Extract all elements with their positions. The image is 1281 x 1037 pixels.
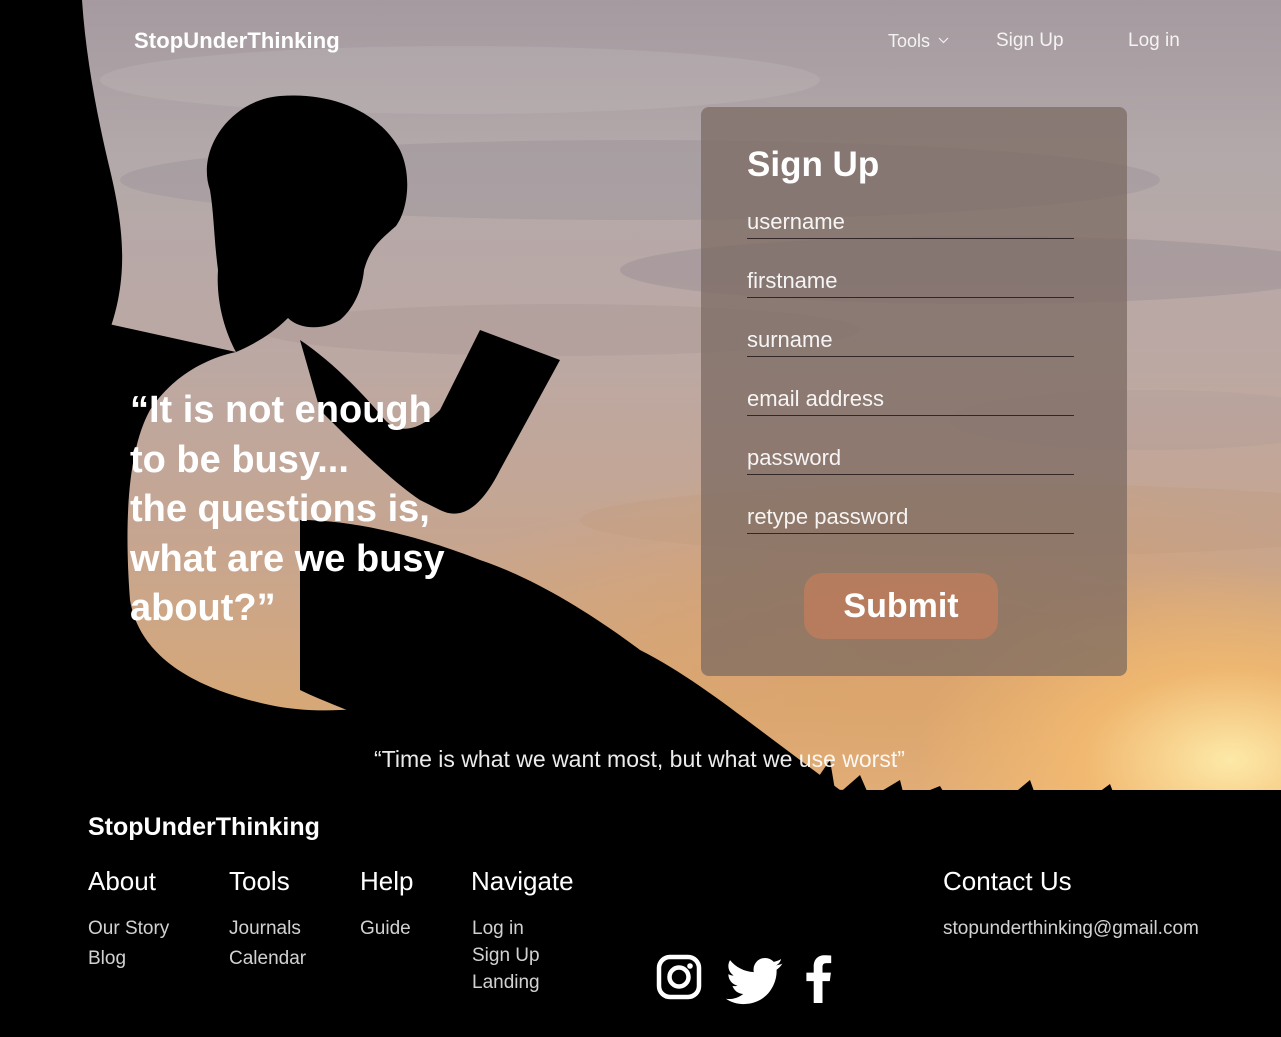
tagline-quote: “Time is what we want most, but what we … xyxy=(374,746,905,772)
footer-help-heading: Help xyxy=(360,866,414,896)
facebook-icon[interactable] xyxy=(803,955,833,1008)
footer-link-signup[interactable]: Sign Up xyxy=(472,945,540,967)
footer-logo[interactable]: StopUnderThinking xyxy=(88,813,320,842)
retype-password-field[interactable] xyxy=(747,500,1074,534)
footer-link-calendar[interactable]: Calendar xyxy=(229,948,306,970)
hero-quote: “It is not enough to be busy... the ques… xyxy=(130,386,510,634)
twitter-icon[interactable] xyxy=(725,958,784,1011)
footer-link-blog[interactable]: Blog xyxy=(88,948,126,970)
footer-link-journals[interactable]: Journals xyxy=(229,918,301,940)
hero-quote-line: “It is not enough xyxy=(130,389,432,431)
hero-quote-line: the questions is, xyxy=(130,488,430,530)
firstname-field[interactable] xyxy=(747,264,1074,298)
footer-contact-email[interactable]: stopunderthinking@gmail.com xyxy=(943,918,1199,940)
signup-card: Sign Up Submit xyxy=(701,107,1127,676)
password-field[interactable] xyxy=(747,441,1074,475)
footer-link-guide[interactable]: Guide xyxy=(360,918,411,940)
hero-quote-line: what are we busy xyxy=(130,537,445,580)
submit-button[interactable]: Submit xyxy=(804,573,998,639)
nav-tools-dropdown[interactable]: Tools xyxy=(888,28,949,52)
chevron-down-icon xyxy=(938,28,949,49)
email-field[interactable] xyxy=(747,382,1074,416)
footer-about-heading: About xyxy=(88,866,156,896)
nav-login-link[interactable]: Log in xyxy=(1128,30,1180,52)
site-logo[interactable]: StopUnderThinking xyxy=(134,28,340,54)
footer-tools-heading: Tools xyxy=(229,866,290,896)
footer-contact-heading: Contact Us xyxy=(943,866,1072,896)
footer-link-our-story[interactable]: Our Story xyxy=(88,918,169,940)
footer-navigate-heading: Navigate xyxy=(471,866,574,896)
hero-quote-line: to be busy... xyxy=(130,438,349,481)
instagram-icon[interactable] xyxy=(656,954,702,1005)
nav-signup-link[interactable]: Sign Up xyxy=(996,30,1064,52)
footer-link-login[interactable]: Log in xyxy=(472,918,524,940)
footer-link-landing[interactable]: Landing xyxy=(472,972,540,994)
surname-field[interactable] xyxy=(747,323,1074,357)
hero-quote-line: about?” xyxy=(130,587,276,629)
username-field[interactable] xyxy=(747,205,1074,239)
signup-title: Sign Up xyxy=(747,145,880,184)
nav-tools-label: Tools xyxy=(888,31,931,51)
